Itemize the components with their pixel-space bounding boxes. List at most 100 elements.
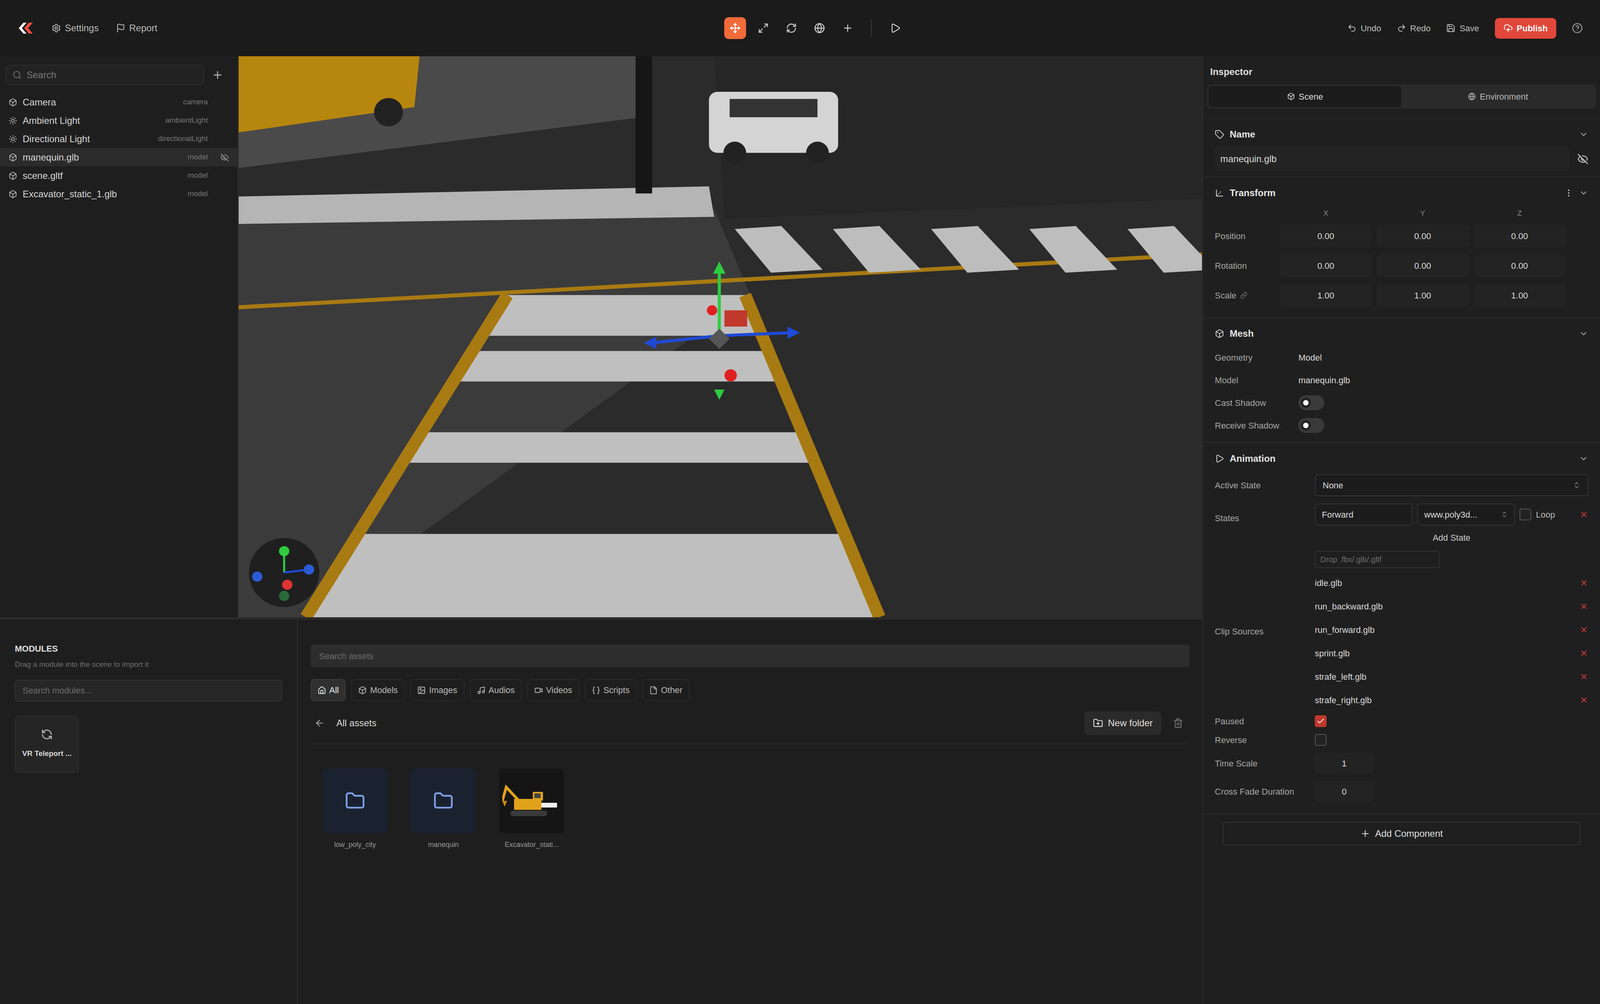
tool-button[interactable] (836, 17, 859, 40)
remove-clip-icon[interactable] (1579, 672, 1589, 681)
module-card[interactable]: VR Teleport ... (14, 715, 79, 773)
hierarchy-item[interactable]: Cameracamera (0, 92, 238, 112)
name-header[interactable]: Name (1203, 121, 1600, 147)
asset-filter[interactable]: Audios (469, 678, 522, 702)
transform-value[interactable]: 1.00 (1473, 283, 1566, 307)
transform-value[interactable]: 0.00 (1473, 224, 1566, 248)
hierarchy-item[interactable]: Directional LightdirectionalLight (0, 129, 238, 149)
hierarchy-item[interactable]: manequin.glbmodel (0, 148, 238, 167)
tool-button[interactable] (752, 17, 775, 40)
scene-icon (1287, 92, 1295, 101)
animation-icon (1214, 453, 1225, 464)
remove-clip-icon[interactable] (1579, 648, 1589, 658)
add-object-icon[interactable] (211, 69, 224, 81)
asset-item[interactable]: low_poly_city (316, 768, 394, 850)
mesh-header[interactable]: Mesh (1203, 321, 1600, 347)
add-state-button[interactable]: Add State (1432, 527, 1471, 548)
modules-search[interactable]: Search modules... (14, 679, 283, 702)
asset-thumbnail (322, 768, 388, 834)
chevron-down-icon[interactable] (1578, 129, 1589, 140)
asset-filter[interactable]: Images (410, 678, 465, 702)
remove-clip-icon[interactable] (1579, 578, 1589, 588)
add-component-button[interactable]: Add Component (1222, 821, 1581, 846)
transform-value[interactable]: 0.00 (1376, 254, 1469, 277)
top-bar: Settings Report Undo Redo Save Publish (0, 0, 1600, 57)
globe-icon (1467, 92, 1476, 101)
inspector-tab[interactable]: Scene (1208, 85, 1402, 108)
remove-state-icon[interactable] (1579, 510, 1589, 519)
tool-button[interactable] (724, 17, 747, 40)
axis-label: Y (1374, 207, 1472, 220)
scene-render[interactable] (238, 56, 1202, 618)
more-icon[interactable] (1564, 188, 1574, 198)
hierarchy-item[interactable]: Excavator_static_1.glbmodel (0, 184, 238, 204)
models-icon (358, 685, 367, 695)
transform-value[interactable]: 0.00 (1279, 254, 1372, 277)
name-field[interactable]: manequin.glb (1214, 146, 1570, 172)
reverse-checkbox[interactable] (1314, 733, 1327, 746)
bottom-row: MODULESDrag a module into the scene to i… (0, 619, 1202, 1004)
hierarchy-search[interactable]: Search (5, 64, 204, 86)
redo-button[interactable]: Redo (1396, 21, 1431, 35)
plus-icon (1360, 828, 1371, 839)
help-icon[interactable] (1571, 22, 1583, 34)
chevron-down-icon[interactable] (1578, 188, 1589, 198)
top-bar-button[interactable]: Settings (51, 21, 99, 36)
transform-value[interactable]: 1.00 (1376, 283, 1469, 307)
trash-icon[interactable] (1173, 717, 1184, 729)
viewport[interactable] (238, 56, 1202, 618)
state-name-field[interactable]: Forward (1314, 503, 1413, 526)
add-icon (842, 22, 854, 34)
folder-plus-icon (1092, 717, 1104, 729)
hidden-icon[interactable] (220, 153, 229, 162)
shadow-switch[interactable] (1298, 417, 1325, 433)
back-icon[interactable] (314, 717, 325, 729)
asset-filter[interactable]: Models (351, 678, 405, 702)
hierarchy-item[interactable]: Ambient LightambientLight (0, 111, 238, 130)
transform-header[interactable]: Transform (1203, 180, 1600, 206)
clip-drop-zone[interactable]: Drop .fbx/.glb/.gltf (1314, 550, 1440, 568)
tool-button[interactable] (884, 17, 907, 40)
inspector-tab[interactable]: Environment (1401, 85, 1595, 108)
animation-header[interactable]: Animation (1203, 446, 1600, 472)
transform-value[interactable]: 0.00 (1376, 224, 1469, 248)
assets-search[interactable]: Search assets (310, 644, 1190, 668)
publish-button[interactable]: Publish (1494, 17, 1557, 39)
link-icon[interactable] (1240, 291, 1248, 299)
assets-toolbar: All assetsNew folder (310, 711, 1190, 745)
loop-checkbox[interactable] (1519, 508, 1532, 521)
remove-clip-icon[interactable] (1579, 695, 1589, 705)
shadow-switch[interactable] (1298, 395, 1325, 411)
asset-filter[interactable]: Other (642, 678, 690, 702)
hidden-icon[interactable] (1577, 153, 1589, 165)
tool-button[interactable] (780, 17, 803, 40)
asset-filter[interactable]: All (310, 678, 346, 702)
mesh-icon (1214, 328, 1225, 339)
model-icon (8, 171, 18, 181)
chevron-down-icon[interactable] (1578, 453, 1589, 464)
active-state-select[interactable]: None (1314, 474, 1589, 497)
chevron-down-icon[interactable] (1578, 328, 1589, 339)
save-button[interactable]: Save (1446, 21, 1479, 35)
remove-clip-icon[interactable] (1579, 601, 1589, 611)
asset-item[interactable]: manequin (405, 768, 482, 850)
transform-value[interactable]: 0.00 (1279, 224, 1372, 248)
state-source-select[interactable]: www.poly3d... (1417, 503, 1515, 526)
logo-icon[interactable] (17, 21, 35, 36)
asset-item[interactable]: Excavator_stati... (493, 768, 570, 850)
number-input[interactable]: 1 (1314, 752, 1374, 774)
hierarchy-toolbar: Search (0, 56, 238, 93)
hierarchy-item[interactable]: scene.gltfmodel (0, 166, 238, 185)
transform-value[interactable]: 0.00 (1473, 254, 1566, 277)
transform-value[interactable]: 1.00 (1279, 283, 1372, 307)
new-folder-button[interactable]: New folder (1084, 711, 1162, 735)
top-bar-button[interactable]: Report (116, 21, 158, 36)
remove-clip-icon[interactable] (1579, 625, 1589, 634)
asset-filter[interactable]: Videos (527, 678, 580, 702)
asset-filter[interactable]: Scripts (584, 678, 637, 702)
tool-button[interactable] (808, 17, 831, 40)
select-arrows-icon (1500, 510, 1508, 518)
number-input[interactable]: 0 (1314, 780, 1374, 802)
undo-button[interactable]: Undo (1347, 21, 1382, 35)
paused-checkbox[interactable] (1314, 715, 1327, 727)
